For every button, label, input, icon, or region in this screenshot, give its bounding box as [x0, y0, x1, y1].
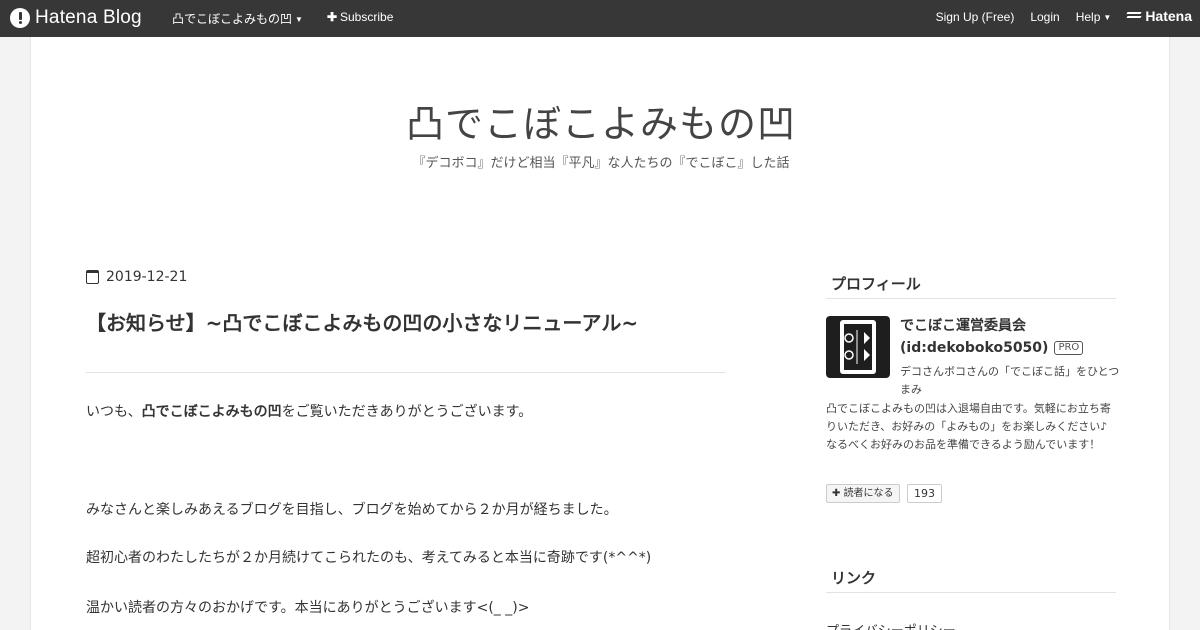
hatena-blog-logo[interactable]: Hatena Blog — [10, 6, 142, 30]
entry-date-text: 2019-12-21 — [106, 269, 188, 285]
entry-paragraph: いつも、凸でこぼこよみもの凹をご覧いただきありがとうございます。 — [86, 401, 532, 421]
brand-text: Hatena Blog — [35, 7, 142, 28]
links-heading: リンク — [831, 569, 877, 587]
blog-menu-dropdown[interactable]: 凸でこぼこよみもの凹 ▼ — [172, 10, 303, 27]
plus-icon: ✚ — [832, 488, 844, 499]
blog-title[interactable]: 凸でこぼこよみもの凹 — [31, 93, 1169, 148]
profile-description: デコさんボコさんの「でこぼこ話」をひとつまみ — [900, 365, 1120, 396]
profile-id: (id:dekoboko5050) — [900, 340, 1049, 356]
nav-left: 凸でこぼこよみもの凹 ▼ ✚ Subscribe — [172, 10, 393, 27]
help-dropdown[interactable]: Help ▼ — [1076, 10, 1112, 24]
caret-down-icon: ▼ — [295, 15, 303, 24]
hatena-logo[interactable]: Hatena — [1126, 8, 1192, 24]
privacy-policy-link[interactable]: プライバシーポリシー — [826, 620, 956, 630]
paragraph-text: をご覧いただきありがとうございます。 — [281, 404, 533, 420]
entry-paragraph: 超初心者のわたしたちが２か月続けてこられたのも、考えてみると本当に奇跡です(*^… — [86, 550, 652, 566]
entry-paragraph: みなさんと楽しみあえるブログを目指し、ブログを始めてから２か月が経ちました。 — [86, 502, 618, 518]
paragraph-text: いつも、 — [86, 404, 142, 420]
entry-title[interactable]: 【お知らせ】~凸でこぼこよみもの凹の小さなリニューアル~ — [86, 307, 638, 336]
hatena-mark-icon — [1126, 11, 1142, 21]
login-link[interactable]: Login — [1030, 10, 1059, 24]
profile-description: 凸でこぼこよみもの凹は入退場自由です。気軽にお立ち寄りいただき、お好みの「よみも… — [826, 402, 1111, 451]
blog-container: 凸でこぼこよみもの凹 『デコボコ』だけど相当『平凡』な人たちの『でこぼこ』した話… — [30, 37, 1170, 630]
profile-display-name: でこぼこ運営委員会 — [900, 318, 1026, 334]
subscribe-button-label: 読者になる — [843, 488, 894, 499]
plus-icon: ✚ — [326, 10, 337, 24]
divider — [826, 298, 1116, 299]
signup-link[interactable]: Sign Up (Free) — [936, 10, 1015, 24]
pro-badge: PRO — [1054, 341, 1084, 355]
subscribe-button[interactable]: ✚ 読者になる — [826, 484, 900, 503]
divider — [86, 372, 726, 373]
entry-date[interactable]: 2019-12-21 — [86, 269, 187, 285]
caret-down-icon: ▼ — [1103, 13, 1112, 22]
profile-heading: プロフィール — [831, 275, 921, 293]
calendar-icon — [86, 270, 99, 284]
subscribe-label: Subscribe — [340, 10, 394, 24]
paragraph-bold-text: 凸でこぼこよみもの凹 — [141, 404, 282, 420]
entry-paragraph: 温かい読者の方々のおかげです。本当にありがとうございます<(_ _)> — [86, 600, 530, 616]
hatena-logo-text: Hatena — [1145, 8, 1192, 24]
blog-description: 『デコボコ』だけど相当『平凡』な人たちの『でこぼこ』した話 — [412, 156, 790, 171]
blog-menu-label: 凸でこぼこよみもの凹 — [172, 12, 293, 26]
hatena-blog-icon — [10, 8, 30, 28]
avatar[interactable] — [826, 316, 890, 378]
nav-right: Sign Up (Free) Login Help ▼ Hatena — [936, 8, 1192, 24]
profile-avatar-icon — [840, 320, 876, 374]
profile-name[interactable]: でこぼこ運営委員会 (id:dekoboko5050) PRO — [900, 315, 1120, 359]
global-header: Hatena Blog 凸でこぼこよみもの凹 ▼ ✚ Subscribe Sign … — [0, 0, 1200, 37]
subscriber-count: 193 — [907, 484, 942, 503]
divider — [826, 592, 1116, 593]
help-label: Help — [1075, 10, 1101, 24]
subscribe-link[interactable]: ✚ Subscribe — [327, 10, 393, 27]
